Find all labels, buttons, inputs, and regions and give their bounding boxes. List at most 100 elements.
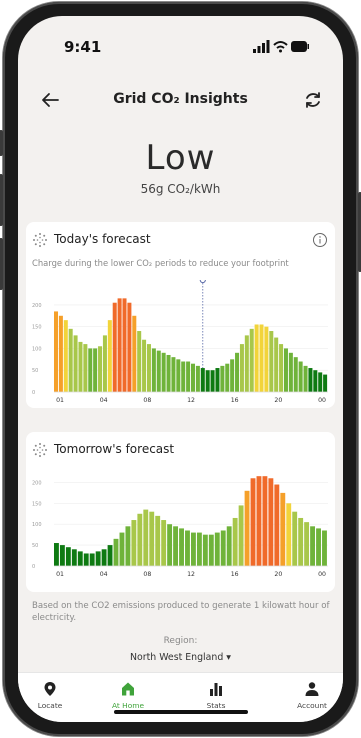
today-chart-bar (235, 352, 240, 392)
tomorrow-forecast-header: Tomorrow's forecast (32, 442, 328, 458)
tomorrow-chart-bar (149, 511, 155, 566)
today-chart-bar (323, 374, 328, 392)
today-chart-bar (88, 348, 93, 392)
today-chart-bar (318, 372, 323, 392)
today-forecast-subtitle: Charge during the lower CO₂ periods to r… (32, 258, 289, 268)
today-chart-bar (195, 365, 200, 392)
tomorrow-chart-bar (131, 520, 137, 566)
today-chart-bar (254, 324, 259, 392)
tomorrow-forecast-card: Tomorrow's forecast 0 50 100 150 200 01 04 08 12… (26, 432, 335, 592)
today-chart-bar (293, 357, 298, 392)
today-chart-bar (107, 320, 112, 392)
tomorrow-chart-bar (322, 530, 327, 566)
today-chart-bar (215, 368, 220, 392)
footnote: Based on the CO2 emissions produced to g… (32, 601, 330, 623)
region-selector[interactable]: North West England ▾ (18, 652, 343, 663)
today-chart-bar (83, 344, 88, 392)
today-chart-bar (220, 365, 225, 392)
tomorrow-chart-bar (214, 532, 220, 566)
status-time: 9:41 (64, 38, 102, 56)
today-chart-bar (210, 370, 215, 392)
today-chart-bar (73, 335, 78, 392)
sun-dots-icon (33, 443, 47, 457)
today-forecast-card: Today's forecast Charge during the lower… (26, 222, 335, 408)
today-chart-bar (78, 341, 83, 392)
tomorrow-chart-x-tick-label: 04 (100, 571, 108, 578)
tomorrow-chart-bar (113, 538, 119, 566)
today-chart-y-tick-label: 200 (32, 303, 42, 309)
tab-locate[interactable]: Locate (20, 681, 80, 710)
today-chart-bar (93, 348, 98, 392)
refresh-icon[interactable] (301, 88, 325, 112)
today-chart-bar (63, 320, 68, 392)
today-chart-bar (274, 337, 279, 392)
tomorrow-chart-x-tick-label: 08 (143, 571, 151, 578)
tomorrow-chart-bar (280, 492, 286, 566)
today-chart-bar (132, 315, 137, 392)
today-chart-bar (269, 331, 274, 392)
tomorrow-chart-bar (310, 526, 316, 566)
today-chart-bar (161, 352, 166, 392)
today-chart-bar (98, 346, 103, 392)
today-chart-bar (68, 328, 73, 392)
today-chart-bar (225, 363, 230, 392)
today-chart-bar (166, 354, 171, 392)
today-chart-bar (146, 344, 151, 392)
today-chart-x-tick-label: 04 (100, 397, 108, 404)
tomorrow-chart-bar (167, 524, 173, 566)
tomorrow-chart-bar (191, 532, 196, 566)
page-title: Grid CO₂ Insights (113, 91, 248, 107)
tomorrow-chart-bar (119, 532, 125, 566)
tomorrow-chart-bar (316, 528, 321, 566)
tomorrow-chart-bar (125, 526, 131, 566)
tomorrow-chart-bar (83, 553, 89, 566)
tab-stats[interactable]: Stats (186, 681, 246, 710)
today-chart-bar (298, 361, 303, 392)
phone-frame: 9:41 Grid CO₂ Insights Low 56g CO₂/kWh T… (0, 2, 361, 736)
today-forecast-title: Today's forecast (54, 232, 151, 246)
tomorrow-chart-bar (298, 517, 304, 566)
tomorrow-chart-bar (196, 532, 202, 566)
tab-account[interactable]: Account (282, 681, 342, 710)
tab-account-label: Account (297, 701, 327, 710)
today-chart-x-tick-label: 01 (56, 397, 64, 404)
tomorrow-chart-y-tick-label: 150 (32, 501, 42, 507)
today-chart-bar (171, 357, 176, 392)
today-chart-now-marker[interactable] (199, 280, 206, 284)
today-forecast-chart: 0 50 100 150 200 01 04 08 12 16 20 00 (32, 280, 328, 404)
tomorrow-chart-bar (274, 484, 280, 566)
tomorrow-forecast-title: Tomorrow's forecast (54, 442, 175, 456)
region-label: Region: (163, 636, 198, 646)
tomorrow-chart-bar (179, 528, 184, 566)
today-chart-bar (244, 335, 249, 392)
tomorrow-chart-bar (71, 549, 77, 566)
today-chart-bar (122, 298, 127, 392)
today-chart-bar (303, 365, 308, 392)
today-chart-y-tick-label: 50 (32, 368, 38, 374)
today-chart-y-tick-label: 0 (32, 390, 35, 396)
today-chart-bar (117, 298, 122, 392)
signal-icon (253, 40, 270, 53)
today-chart-bar (308, 368, 313, 392)
wifi-icon (273, 41, 288, 53)
tomorrow-chart-bar (268, 478, 274, 566)
tab-locate-label: Locate (37, 701, 63, 710)
mute-switch (0, 130, 3, 156)
carbon-level: Low (145, 138, 216, 178)
tomorrow-chart-y-tick-label: 100 (32, 522, 42, 528)
tab-at-home-label: At Home (112, 701, 144, 710)
tomorrow-chart-bar (238, 505, 244, 566)
tab-at-home[interactable]: At Home (98, 681, 158, 710)
tomorrow-chart-bar (59, 545, 65, 566)
today-forecast-header: Today's forecast (32, 232, 328, 248)
tomorrow-chart-y-tick-label: 200 (32, 480, 42, 486)
today-chart-x-tick-label: 00 (318, 397, 326, 404)
status-bar: 9:41 (18, 16, 343, 62)
carbon-intensity: 56g CO₂/kWh (140, 182, 221, 196)
info-icon[interactable] (312, 232, 328, 248)
today-chart-bar (200, 368, 205, 392)
today-chart-x-tick-label: 08 (143, 397, 151, 404)
today-chart-bar (137, 331, 142, 392)
today-chart-bar (283, 348, 288, 392)
tomorrow-chart-y-tick-label: 0 (32, 564, 35, 570)
